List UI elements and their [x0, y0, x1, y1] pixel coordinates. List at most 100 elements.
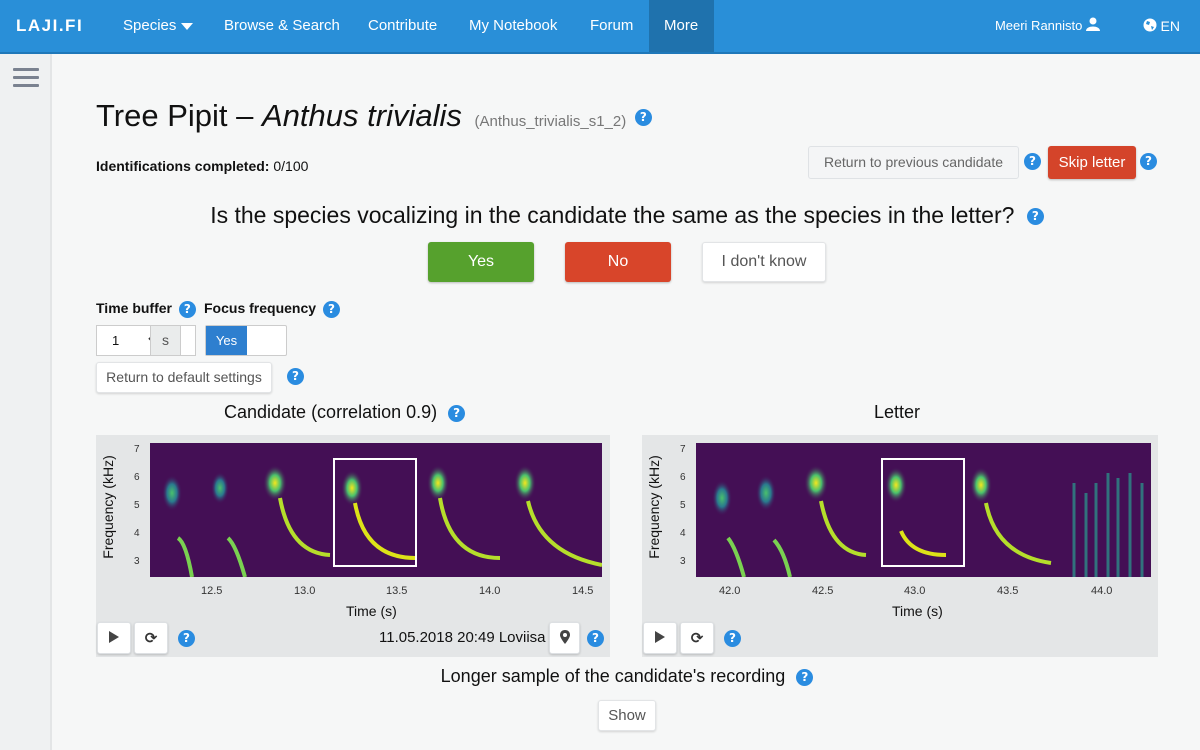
time-buffer-value: 1: [112, 333, 120, 348]
user-icon: [1086, 17, 1100, 31]
no-button[interactable]: No: [565, 242, 671, 282]
time-buffer-unit: s: [150, 325, 181, 356]
main-content: Tree Pipit – Anthus trivialis (Anthus_tr…: [54, 54, 1200, 750]
candidate-y-axis-label: Frequency (kHz): [100, 455, 116, 559]
brand-logo[interactable]: LAJI.FI: [16, 16, 83, 36]
user-name: Meeri Rannisto: [994, 18, 1083, 33]
nav-more[interactable]: More: [649, 0, 714, 52]
focus-frequency-label: Focus frequency ?: [204, 300, 340, 318]
focus-frequency-toggle[interactable]: Yes: [205, 325, 287, 356]
x-tick: 43.5: [997, 585, 1019, 597]
help-icon[interactable]: ?: [796, 668, 814, 686]
hamburger-menu-icon[interactable]: [13, 68, 39, 92]
play-icon: [655, 631, 665, 643]
nav-species-label: Species: [123, 17, 177, 34]
letter-title: Letter: [874, 402, 921, 422]
help-icon[interactable]: ?: [322, 300, 340, 318]
x-tick: 14.0: [479, 585, 501, 597]
nav-species[interactable]: Species: [108, 0, 208, 52]
help-icon[interactable]: ?: [178, 300, 196, 318]
refresh-icon: ⟳: [144, 629, 158, 647]
y-tick: 4: [134, 528, 140, 539]
candidate-spectrogram-panel: Frequency (kHz) 7 6 5 4 3 12.5 13.0 13.5…: [96, 435, 610, 657]
location-button[interactable]: [549, 622, 580, 654]
letter-spectrogram-panel: Frequency (kHz) 7 6 5 4 3 42.0 42.5 43.0…: [642, 435, 1158, 657]
x-tick: 42.5: [812, 585, 834, 597]
nav-contribute[interactable]: Contribute: [353, 0, 452, 52]
time-buffer-text: Time buffer: [96, 300, 172, 316]
page-title: Tree Pipit – Anthus trivialis (Anthus_tr…: [96, 98, 652, 134]
x-tick: 42.0: [719, 585, 741, 597]
nav-my-notebook[interactable]: My Notebook: [454, 0, 572, 52]
help-icon[interactable]: ?: [1026, 208, 1044, 226]
help-icon[interactable]: ?: [587, 630, 604, 647]
globe-icon: [1143, 18, 1157, 32]
nav-forum[interactable]: Forum: [575, 0, 648, 52]
progress-value: 0/100: [273, 158, 309, 174]
focus-frequency-text: Focus frequency: [204, 300, 317, 316]
longer-sample-section: Longer sample of the candidate's recordi…: [54, 666, 1200, 687]
x-tick: 13.0: [294, 585, 316, 597]
dont-know-button[interactable]: I don't know: [702, 242, 826, 282]
y-tick: 3: [134, 556, 140, 567]
y-tick: 7: [134, 444, 140, 455]
common-name: Tree Pipit: [96, 98, 228, 133]
nav-browse-search[interactable]: Browse & Search: [209, 0, 355, 52]
x-axis-label: Time (s): [346, 603, 397, 619]
spectrogram-image: [712, 458, 1144, 577]
candidate-title-text: Candidate (correlation 0.9): [224, 402, 438, 422]
refresh-button[interactable]: ⟳: [134, 622, 168, 654]
help-icon[interactable]: ?: [178, 630, 195, 647]
scientific-name: Anthus trivialis: [262, 98, 462, 133]
x-tick: 44.0: [1091, 585, 1113, 597]
skip-letter-button[interactable]: Skip letter: [1048, 146, 1136, 179]
play-button[interactable]: [97, 622, 131, 654]
help-icon[interactable]: ?: [1024, 153, 1041, 170]
help-icon[interactable]: ?: [724, 630, 741, 647]
sidebar: [0, 54, 52, 750]
refresh-icon: ⟳: [690, 629, 704, 647]
letter-y-axis-label: Frequency (kHz): [646, 455, 662, 559]
question-label: Is the species vocalizing in the candida…: [210, 202, 1015, 228]
y-tick: 4: [680, 528, 686, 539]
candidate-title: Candidate (correlation 0.9) ?: [224, 402, 466, 423]
language-label: EN: [1160, 18, 1180, 34]
toggle-on-label: Yes: [206, 326, 247, 355]
map-marker-icon: [559, 630, 570, 644]
caret-down-icon: [181, 22, 194, 30]
progress-label: Identifications completed:: [96, 158, 270, 174]
y-tick: 7: [680, 444, 686, 455]
x-tick: 12.5: [201, 585, 223, 597]
return-default-settings-button[interactable]: Return to default settings: [96, 362, 272, 393]
show-longer-sample-button[interactable]: Show: [598, 700, 656, 731]
y-tick: 6: [134, 472, 140, 483]
language-selector[interactable]: EN: [1143, 0, 1180, 52]
play-icon: [109, 631, 119, 643]
candidate-spectrogram[interactable]: [150, 443, 602, 577]
time-buffer-select[interactable]: 1: [96, 325, 196, 356]
refresh-button[interactable]: ⟳: [680, 622, 714, 654]
help-icon[interactable]: ?: [634, 109, 652, 127]
help-icon[interactable]: ?: [287, 368, 304, 385]
help-icon[interactable]: ?: [448, 404, 466, 422]
y-tick: 5: [134, 500, 140, 511]
return-previous-candidate-button[interactable]: Return to previous candidate: [808, 146, 1019, 179]
x-tick: 13.5: [386, 585, 408, 597]
y-tick: 5: [680, 500, 686, 511]
title-separator: –: [236, 98, 254, 133]
play-button[interactable]: [643, 622, 677, 654]
y-tick: 6: [680, 472, 686, 483]
letter-spectrogram[interactable]: [696, 443, 1151, 577]
user-menu[interactable]: Meeri Rannisto: [995, 0, 1100, 52]
spectrogram-image: [162, 458, 602, 577]
time-buffer-label: Time buffer ?: [96, 300, 196, 318]
identifications-progress: Identifications completed: 0/100: [96, 158, 308, 174]
recording-datetime-location: 11.05.2018 20:49 Loviisa: [379, 629, 546, 646]
x-tick: 14.5: [572, 585, 594, 597]
x-axis-label: Time (s): [892, 603, 943, 619]
yes-button[interactable]: Yes: [428, 242, 534, 282]
help-icon[interactable]: ?: [1140, 153, 1157, 170]
y-tick: 3: [680, 556, 686, 567]
question-text: Is the species vocalizing in the candida…: [54, 202, 1200, 229]
longer-sample-title: Longer sample of the candidate's recordi…: [440, 666, 786, 686]
